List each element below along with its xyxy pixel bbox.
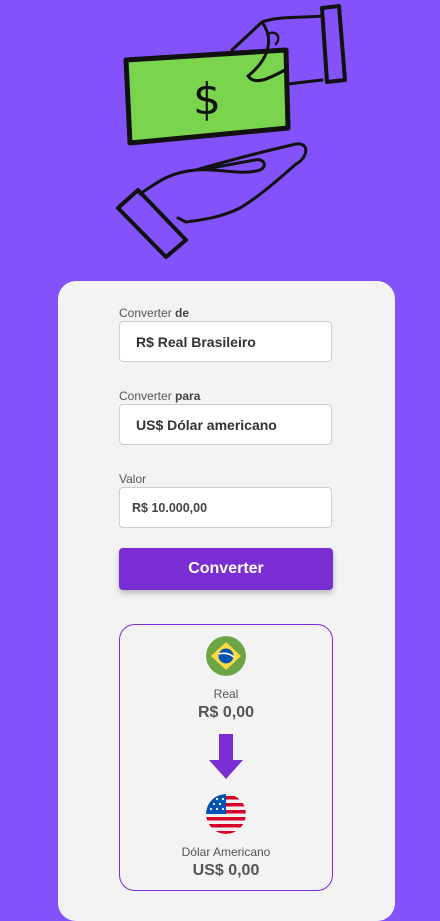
to-currency-value: US$ Dólar americano xyxy=(136,416,277,433)
from-currency-label: Converter de xyxy=(119,306,190,320)
convert-button[interactable]: Converter xyxy=(119,548,333,590)
to-currency-amount: US$ 0,00 xyxy=(192,862,260,879)
arrow-down-icon xyxy=(209,734,243,779)
result-panel: Real R$ 0,00 Dólar Americano US$ 0,00 xyxy=(119,624,333,891)
to-currency-select[interactable]: US$ Dólar americano xyxy=(119,404,332,445)
usa-flag-icon xyxy=(206,794,246,834)
money-exchange-hands-icon: $ xyxy=(116,4,347,259)
to-currency-name: Dólar Americano xyxy=(181,845,271,859)
to-currency-label: Converter para xyxy=(119,389,201,403)
from-currency-name: Real xyxy=(213,687,239,701)
brazil-flag-icon xyxy=(206,636,246,676)
value-label: Valor xyxy=(119,472,147,486)
from-currency-amount: R$ 0,00 xyxy=(197,704,255,721)
from-currency-select[interactable]: R$ Real Brasileiro xyxy=(119,321,332,362)
svg-text:$: $ xyxy=(193,74,221,125)
from-currency-value: R$ Real Brasileiro xyxy=(136,333,256,350)
converter-card: Converter de R$ Real Brasileiro Converte… xyxy=(58,281,395,921)
value-input[interactable] xyxy=(119,487,332,528)
